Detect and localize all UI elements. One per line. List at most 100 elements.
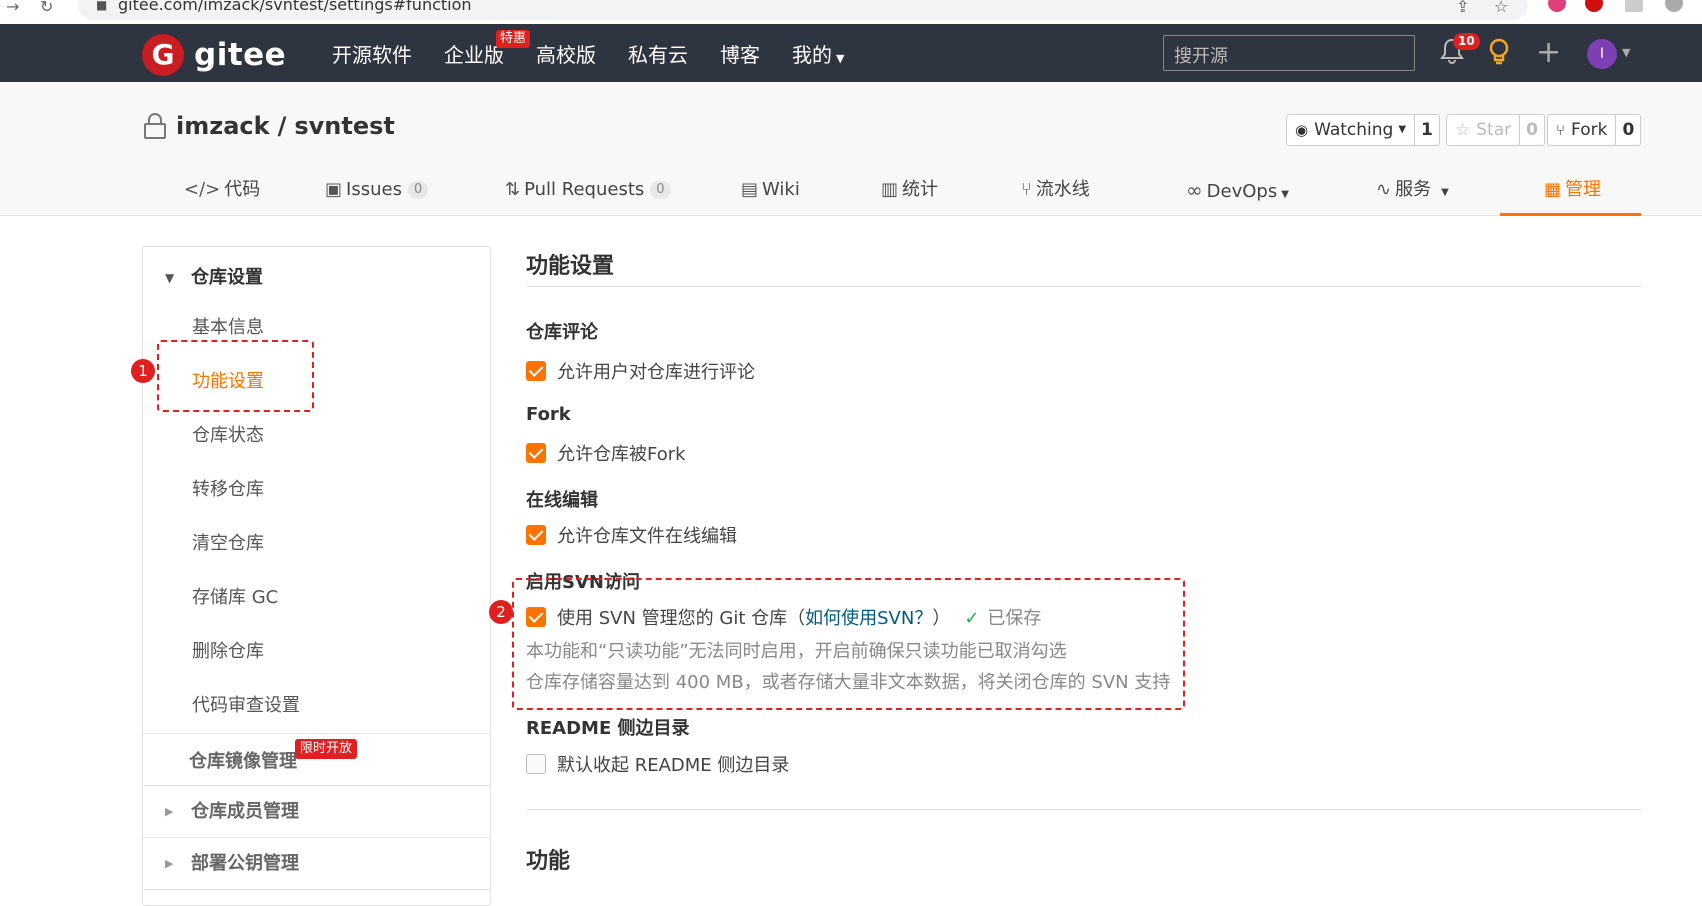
tab-label: 代码 <box>224 179 261 200</box>
sidebar-item-repo-status[interactable]: 仓库状态 <box>192 421 264 447</box>
search-input[interactable]: 搜开源 <box>1163 35 1415 71</box>
page-title: 功能设置 <box>526 254 615 279</box>
code-icon: </> <box>184 179 221 200</box>
eye-icon: ◉ <box>1295 121 1309 139</box>
limited-open-badge: 限时开放 <box>295 739 358 759</box>
extension-shield-icon[interactable] <box>1585 0 1603 12</box>
sidebar-section-members[interactable]: ▶ 仓库成员管理 <box>143 787 490 837</box>
section-label-fork: Fork <box>526 404 571 425</box>
star-label: Star <box>1476 120 1512 140</box>
tab-pipeline[interactable]: ⑂ 流水线 <box>1021 170 1090 216</box>
sidebar-divider <box>143 733 490 734</box>
sidebar-divider <box>143 889 490 890</box>
option-allow-comment[interactable]: 允许用户对仓库进行评论 <box>526 358 755 384</box>
tab-label: DevOps <box>1206 181 1278 202</box>
tab-stats[interactable]: ▥ 统计 <box>881 170 938 216</box>
sidebar-section-label: 仓库镜像管理 <box>189 751 297 772</box>
caret-right-icon: ▶ <box>165 805 174 818</box>
tab-wiki[interactable]: ▤ Wiki <box>741 170 800 216</box>
caret-down-icon: ▼ <box>1441 187 1449 198</box>
lightbulb-icon[interactable] <box>1488 38 1510 72</box>
tab-issues[interactable]: ▣ Issues 0 <box>325 170 429 216</box>
sidebar-item-basic-info[interactable]: 基本信息 <box>192 313 264 339</box>
plus-icon[interactable]: + <box>1536 35 1561 70</box>
sidebar-item-repo-gc[interactable]: 存储库 GC <box>192 583 278 609</box>
profile-icon[interactable] <box>1665 0 1683 12</box>
option-allow-online-edit[interactable]: 允许仓库文件在线编辑 <box>526 522 737 548</box>
sidebar-divider <box>143 837 490 838</box>
tab-label: Pull Requests <box>524 179 645 200</box>
star-button[interactable]: ☆ Star 0 <box>1446 114 1545 146</box>
tab-manage[interactable]: ▦ 管理 <box>1500 170 1641 216</box>
repo-owner[interactable]: imzack <box>176 112 270 140</box>
gitee-logo[interactable]: G gitee <box>142 34 286 76</box>
checkbox-collapse-readme[interactable] <box>526 754 546 774</box>
option-label: 允许用户对仓库进行评论 <box>557 362 755 383</box>
top-nav: 开源软件 企业版 高校版 私有云 博客 我的 ▼ <box>332 24 876 82</box>
share-icon[interactable]: ⇪ <box>1456 0 1469 16</box>
service-icon: ∿ <box>1376 179 1392 200</box>
option-allow-fork[interactable]: 允许仓库被Fork <box>526 440 686 466</box>
wiki-icon: ▤ <box>741 179 759 200</box>
issues-icon: ▣ <box>325 179 343 200</box>
fork-label: Fork <box>1571 120 1608 140</box>
enterprise-promo-badge: 特惠 <box>496 30 531 48</box>
annotation-marker-2: 2 <box>489 600 513 624</box>
bookmark-star-icon[interactable]: ☆ <box>1494 0 1508 16</box>
extension-puzzle-icon[interactable] <box>1625 0 1643 12</box>
sidebar-divider <box>143 785 490 786</box>
tab-pull-requests[interactable]: ⇅ Pull Requests 0 <box>505 170 671 216</box>
checkbox-allow-fork[interactable] <box>526 443 546 463</box>
browser-toolbar: → ↻ ■ gitee.com/imzack/svntest/settings#… <box>0 0 1702 24</box>
nav-private-cloud[interactable]: 私有云 <box>628 39 688 68</box>
sidebar-item-clear-repo[interactable]: 清空仓库 <box>192 529 264 555</box>
watch-label: Watching <box>1314 120 1394 140</box>
tab-devops[interactable]: ∞ DevOps ▼ <box>1186 170 1289 216</box>
section-label-comment: 仓库评论 <box>526 322 598 343</box>
nav-open-source[interactable]: 开源软件 <box>332 39 412 68</box>
tab-count: 0 <box>650 181 671 199</box>
section-label-online-edit: 在线编辑 <box>526 490 598 511</box>
nav-education[interactable]: 高校版 <box>536 39 596 68</box>
sidebar-item-transfer-repo[interactable]: 转移仓库 <box>192 475 264 501</box>
avatar-caret-icon[interactable]: ▼ <box>1622 46 1630 59</box>
checkbox-allow-comment[interactable] <box>526 361 546 381</box>
nav-mine[interactable]: 我的 ▼ <box>792 39 844 68</box>
watch-button[interactable]: ◉ Watching ▼ 1 <box>1286 114 1440 146</box>
repo-title: imzack / svntest <box>144 112 395 140</box>
sidebar-section-repo-settings[interactable]: ▼ 仓库设置 <box>143 253 490 303</box>
avatar[interactable]: I <box>1587 39 1617 69</box>
extension-icon[interactable] <box>1548 0 1566 12</box>
manage-icon: ▦ <box>1544 179 1562 200</box>
reload-icon[interactable]: ↻ <box>40 0 53 15</box>
repo-header: imzack / svntest ◉ Watching ▼ 1 ☆ Star 0 ⑂ F… <box>0 82 1702 216</box>
tab-count: 0 <box>407 181 429 199</box>
star-count[interactable]: 0 <box>1519 115 1544 145</box>
repo-separator: / <box>277 112 287 140</box>
repo-name[interactable]: svntest <box>294 112 395 140</box>
fork-count[interactable]: 0 <box>1615 115 1640 145</box>
pull-request-icon: ⇅ <box>505 179 521 200</box>
devops-icon: ∞ <box>1186 178 1203 202</box>
back-arrow-icon[interactable]: → <box>6 0 19 15</box>
nav-mine-label: 我的 <box>792 42 832 67</box>
sidebar-section-deploy-keys[interactable]: ▶ 部署公钥管理 <box>143 839 490 889</box>
sidebar-section-label: 部署公钥管理 <box>191 853 299 874</box>
tab-code[interactable]: </> 代码 <box>184 170 260 216</box>
nav-enterprise[interactable]: 企业版 <box>444 39 504 68</box>
gitee-logo-icon: G <box>142 34 184 76</box>
private-lock-icon <box>144 113 166 139</box>
fork-button[interactable]: ⑂ Fork 0 <box>1547 114 1642 146</box>
nav-blog[interactable]: 博客 <box>720 39 760 68</box>
annotation-marker-1: 1 <box>131 359 155 383</box>
sidebar-section-label: 仓库设置 <box>191 267 263 288</box>
watch-count[interactable]: 1 <box>1414 115 1439 145</box>
sidebar-item-code-review[interactable]: 代码审查设置 <box>192 691 300 717</box>
sidebar-item-delete-repo[interactable]: 删除仓库 <box>192 637 264 663</box>
checkbox-allow-online-edit[interactable] <box>526 525 546 545</box>
fork-icon: ⑂ <box>1556 121 1566 139</box>
option-collapse-readme[interactable]: 默认收起 README 侧边目录 <box>526 751 789 777</box>
caret-down-icon: ▼ <box>165 271 175 285</box>
logo-text: gitee <box>194 37 287 73</box>
tab-service[interactable]: ∿ 服务 ▼ <box>1376 170 1449 216</box>
